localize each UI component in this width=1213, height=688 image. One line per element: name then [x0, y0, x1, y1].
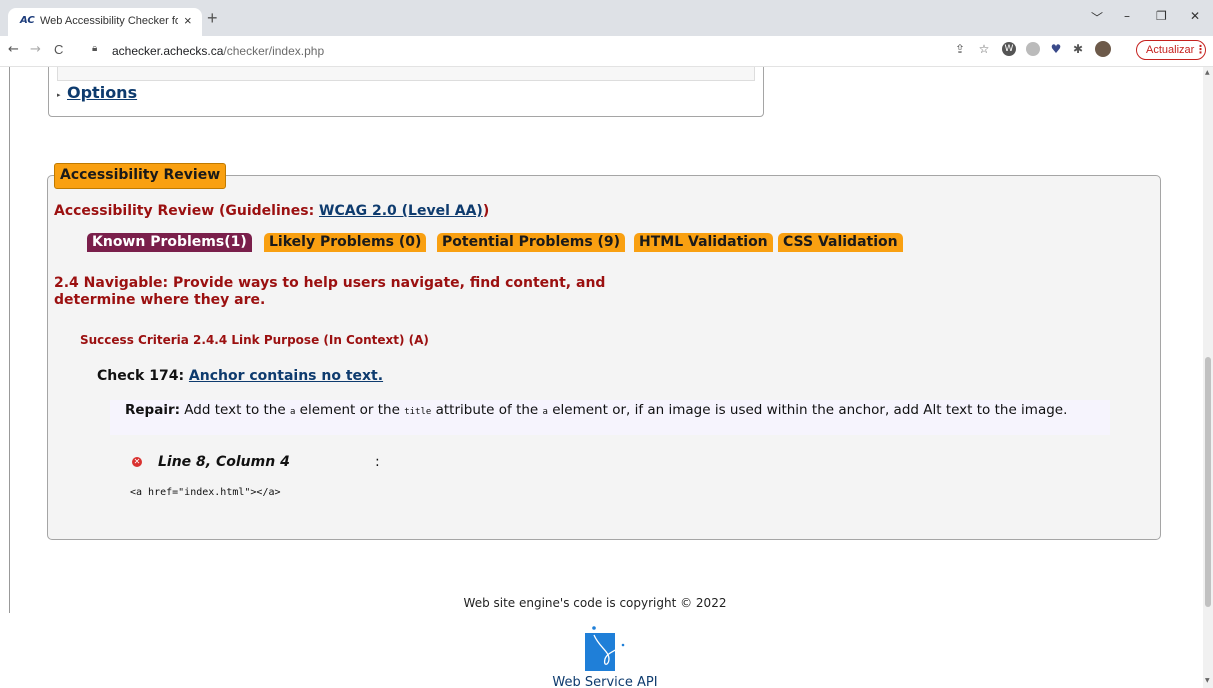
share-icon[interactable]: ⇪: [953, 42, 967, 56]
scroll-down-arrow-icon[interactable]: ▼: [1205, 677, 1210, 684]
scrollbar-thumb[interactable]: [1205, 357, 1211, 607]
guidelines-heading: Accessibility Review (Guidelines: WCAG 2…: [54, 203, 490, 219]
update-button[interactable]: Actualizar ⋮: [1136, 40, 1206, 60]
code-snippet: <a href="index.html"></a>: [130, 487, 281, 498]
error-icon: ✕: [132, 457, 142, 467]
location-label: Line 8, Column 4: [158, 454, 290, 470]
tab-title: Web Accessibility Checker for W…: [40, 15, 178, 27]
web-service-api-link[interactable]: Web Service API: [0, 675, 1203, 688]
extension-icon[interactable]: [1026, 42, 1040, 56]
url-text: achecker.achecks.ca/checker/index.php: [112, 44, 325, 58]
profile-avatar[interactable]: [1095, 41, 1111, 57]
address-bar[interactable]: 🔒︎ achecker.achecks.ca/checker/index.php: [86, 39, 1016, 63]
options-link[interactable]: Options: [67, 83, 137, 102]
web-service-api-logo-icon[interactable]: [585, 625, 625, 673]
accessibility-review-panel: [47, 175, 1161, 540]
options-section: ▸ Options: [48, 67, 764, 117]
tab-likely-problems[interactable]: Likely Problems (0): [264, 233, 427, 252]
success-criteria-heading: Success Criteria 2.4.4 Link Purpose (In …: [80, 333, 429, 347]
tab-search-icon[interactable]: ﹀: [1091, 9, 1103, 26]
new-tab-button[interactable]: +: [207, 8, 218, 28]
more-menu-icon: ⋮: [1195, 43, 1206, 56]
site-favicon-icon: AC: [20, 15, 35, 26]
page-content: ▸ Options Accessibility Review Accessibi…: [0, 67, 1203, 688]
tab-css-validation[interactable]: CSS Validation: [778, 233, 903, 252]
scroll-up-arrow-icon[interactable]: ▲: [1205, 69, 1210, 76]
browser-tab[interactable]: AC Web Accessibility Checker for W… ×: [8, 8, 202, 36]
copyright-text: Web site engine's code is copyright © 20…: [463, 596, 727, 610]
forward-button[interactable]: →: [30, 42, 41, 57]
wordpress-extension-icon[interactable]: W: [1002, 42, 1016, 56]
options-inner-panel: [57, 67, 755, 81]
guideline-principle-heading: 2.4 Navigable: Provide ways to help user…: [54, 275, 606, 308]
review-legend: Accessibility Review: [54, 163, 227, 189]
tab-known-problems[interactable]: Known Problems(1): [87, 233, 252, 252]
check-link[interactable]: Anchor contains no text.: [189, 368, 383, 384]
vertical-scrollbar[interactable]: ▲ ▼: [1203, 67, 1213, 688]
browser-toolbar: ← → C 🔒︎ achecker.achecks.ca/checker/ind…: [0, 36, 1213, 67]
tab-close-icon[interactable]: ×: [184, 13, 192, 28]
bookmark-star-icon[interactable]: ☆: [977, 42, 991, 56]
left-divider: [9, 67, 10, 613]
tab-potential-problems[interactable]: Potential Problems (9): [437, 233, 626, 252]
maximize-button[interactable]: ❐: [1156, 9, 1167, 23]
update-label: Actualizar: [1146, 44, 1195, 56]
repair-text: Repair: Add text to the a element or the…: [125, 402, 1068, 418]
browser-tab-bar: AC Web Accessibility Checker for W… × + …: [0, 0, 1213, 36]
check-heading: Check 174: Anchor contains no text.: [97, 368, 384, 384]
guidelines-link[interactable]: WCAG 2.0 (Level AA): [319, 203, 483, 219]
reload-button[interactable]: C: [54, 42, 63, 57]
repair-box: Repair: Add text to the a element or the…: [110, 400, 1110, 435]
close-window-button[interactable]: ✕: [1190, 9, 1200, 23]
expand-arrow-icon[interactable]: ▸: [57, 91, 61, 99]
lock-icon: 🔒︎: [92, 43, 98, 54]
minimize-button[interactable]: –: [1124, 9, 1130, 23]
back-button[interactable]: ←: [8, 42, 19, 57]
extensions-puzzle-icon[interactable]: ✱: [1071, 42, 1085, 56]
tab-html-validation[interactable]: HTML Validation: [634, 233, 773, 252]
heart-extension-icon[interactable]: ♥: [1049, 42, 1063, 56]
